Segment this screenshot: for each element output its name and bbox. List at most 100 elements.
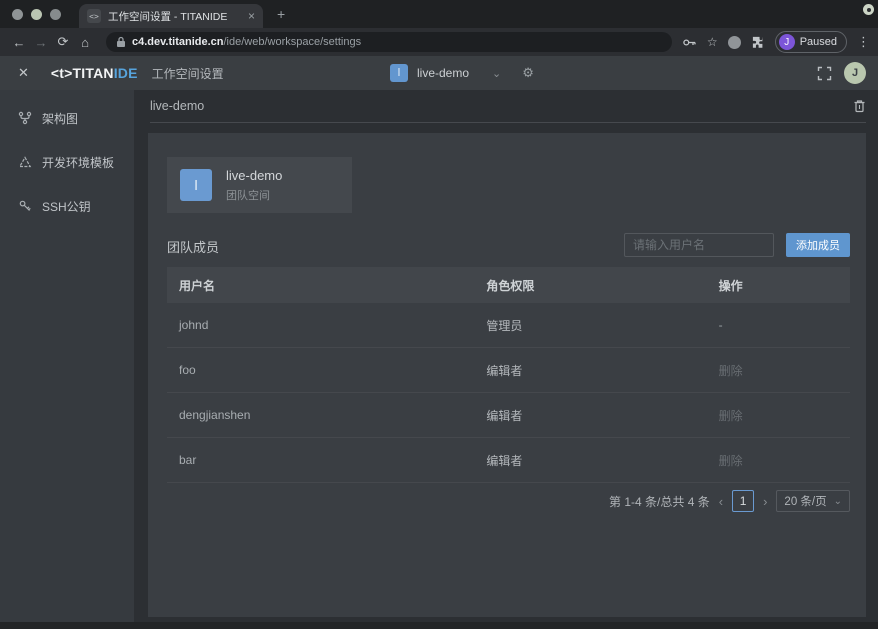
branch-icon <box>18 111 32 125</box>
password-key-icon[interactable] <box>682 35 697 50</box>
username-input[interactable] <box>624 233 774 257</box>
window-controls <box>12 9 61 20</box>
cell-role: 编辑者 <box>474 407 706 424</box>
recording-indicator-icon <box>863 4 874 15</box>
workspace-name: live-demo <box>417 66 469 80</box>
logo-main: TITAN <box>73 65 114 81</box>
url-text: c4.dev.titanide.cn/ide/web/workspace/set… <box>132 36 361 48</box>
window-zoom-button[interactable] <box>50 9 61 20</box>
page-title: 工作空间设置 <box>152 65 224 82</box>
sidebar: 架构图 开发环境模板 SSH公钥 <box>0 90 134 622</box>
reload-icon[interactable]: ⟳ <box>52 34 74 50</box>
pagination: 第 1-4 条/总共 4 条 ‹ 1 › 20 条/页 ⌄ <box>609 490 850 512</box>
table-row: bar 编辑者 删除 <box>167 438 850 483</box>
extensions-puzzle-icon[interactable] <box>751 35 765 49</box>
workspace-settings-gear-icon[interactable]: ⚙ <box>522 66 534 81</box>
prev-page-icon[interactable]: ‹ <box>719 494 723 509</box>
browser-tab[interactable]: <> 工作空间设置 - TITANIDE × <box>79 4 263 28</box>
delete-member-link[interactable]: 删除 <box>707 407 850 424</box>
content-header: live-demo <box>150 90 866 123</box>
select-caret-icon: ⌄ <box>834 496 842 507</box>
table-row: foo 编辑者 删除 <box>167 348 850 393</box>
header-right-actions: J <box>817 62 866 84</box>
tab-close-icon[interactable]: × <box>248 9 255 23</box>
pagination-summary: 第 1-4 条/总共 4 条 <box>609 493 710 510</box>
logo-accent: IDE <box>114 65 138 81</box>
workspace-card-type: 团队空间 <box>226 187 282 203</box>
current-page-button[interactable]: 1 <box>732 490 754 512</box>
page-size-value: 20 条/页 <box>784 493 826 509</box>
bottom-strip <box>0 622 878 629</box>
template-triangle-icon <box>18 155 32 169</box>
back-icon[interactable]: ← <box>8 35 30 50</box>
app-body: 架构图 开发环境模板 SSH公钥 live-demo <box>0 90 878 629</box>
cell-username: bar <box>167 453 474 467</box>
url-host: c4.dev.titanide.cn <box>132 36 224 48</box>
sidebar-item-label: 开发环境模板 <box>42 154 114 171</box>
new-tab-button[interactable]: + <box>277 6 285 22</box>
delete-member-link[interactable]: 删除 <box>707 452 850 469</box>
sidebar-item-architecture[interactable]: 架构图 <box>0 96 134 140</box>
delete-workspace-trash-icon[interactable] <box>853 99 866 113</box>
page-size-select[interactable]: 20 条/页 ⌄ <box>776 490 850 512</box>
window-minimize-button[interactable] <box>31 9 42 20</box>
url-path: /ide/web/workspace/settings <box>224 36 362 48</box>
members-controls: 添加成员 <box>624 233 850 257</box>
forward-icon[interactable]: → <box>30 35 52 50</box>
column-header-username: 用户名 <box>167 277 474 294</box>
user-avatar[interactable]: J <box>844 62 866 84</box>
lock-icon <box>116 36 126 48</box>
table-row: johnd 管理员 - <box>167 303 850 348</box>
key-icon <box>18 199 32 213</box>
extension-badge-icon[interactable] <box>728 36 741 49</box>
workspace-info-box: l live-demo 团队空间 <box>167 157 352 213</box>
app-close-icon[interactable]: ✕ <box>18 65 29 81</box>
settings-card: l live-demo 团队空间 团队成员 添加成员 用户名 角色权限 操作 j… <box>148 133 866 617</box>
chevron-down-icon[interactable]: ⌄ <box>492 67 501 80</box>
profile-status-text: Paused <box>800 36 837 48</box>
app-header: ✕ <t>TITANIDE 工作空间设置 l live-demo ⌄ ⚙ J <box>0 56 878 90</box>
browser-tab-strip: <> 工作空间设置 - TITANIDE × + <box>0 0 878 28</box>
workspace-avatar: l <box>390 64 408 82</box>
sidebar-item-label: SSH公钥 <box>42 198 91 215</box>
logo-bracket: <t> <box>51 65 73 81</box>
cell-role: 编辑者 <box>474 452 706 469</box>
toolbar-right-actions: ☆ J Paused ⋮ <box>682 31 870 53</box>
cell-username: dengjianshen <box>167 408 474 422</box>
add-member-button[interactable]: 添加成员 <box>786 233 850 257</box>
titanide-logo: <t>TITANIDE <box>51 65 138 81</box>
home-icon[interactable]: ⌂ <box>74 35 96 50</box>
browser-profile-button[interactable]: J Paused <box>775 31 847 53</box>
window-close-button[interactable] <box>12 9 23 20</box>
tab-favicon-code-icon: <> <box>87 9 101 23</box>
team-members-title: 团队成员 <box>167 237 219 256</box>
tab-title: 工作空间设置 - TITANIDE <box>108 9 241 24</box>
sidebar-item-dev-env-template[interactable]: 开发环境模板 <box>0 140 134 184</box>
browser-toolbar: ← → ⟳ ⌂ c4.dev.titanide.cn/ide/web/works… <box>0 28 878 56</box>
main-content: live-demo l live-demo 团队空间 团队成员 添加成员 <box>134 90 878 622</box>
cell-username: johnd <box>167 318 474 332</box>
members-table: 用户名 角色权限 操作 johnd 管理员 - foo 编辑者 删除 dengj… <box>167 267 850 483</box>
cell-role: 编辑者 <box>474 362 706 379</box>
cell-role: 管理员 <box>474 317 706 334</box>
workspace-card-avatar: l <box>180 169 212 201</box>
workspace-card-text: live-demo 团队空间 <box>226 168 282 203</box>
column-header-actions: 操作 <box>707 277 850 294</box>
bookmark-star-icon[interactable]: ☆ <box>707 35 718 49</box>
workspace-card-name: live-demo <box>226 168 282 183</box>
delete-member-link[interactable]: 删除 <box>707 362 850 379</box>
next-page-icon[interactable]: › <box>763 494 767 509</box>
table-header-row: 用户名 角色权限 操作 <box>167 267 850 303</box>
address-bar[interactable]: c4.dev.titanide.cn/ide/web/workspace/set… <box>106 32 672 52</box>
cell-username: foo <box>167 363 474 377</box>
sidebar-item-label: 架构图 <box>42 110 78 127</box>
breadcrumb: live-demo <box>150 99 204 113</box>
browser-menu-icon[interactable]: ⋮ <box>857 34 870 50</box>
sidebar-item-ssh-key[interactable]: SSH公钥 <box>0 184 134 228</box>
profile-avatar: J <box>779 34 795 50</box>
workspace-switcher[interactable]: l live-demo ⌄ ⚙ <box>390 64 534 82</box>
cell-action: - <box>707 318 850 332</box>
table-row: dengjianshen 编辑者 删除 <box>167 393 850 438</box>
fullscreen-icon[interactable] <box>817 66 832 81</box>
column-header-role: 角色权限 <box>474 277 706 294</box>
